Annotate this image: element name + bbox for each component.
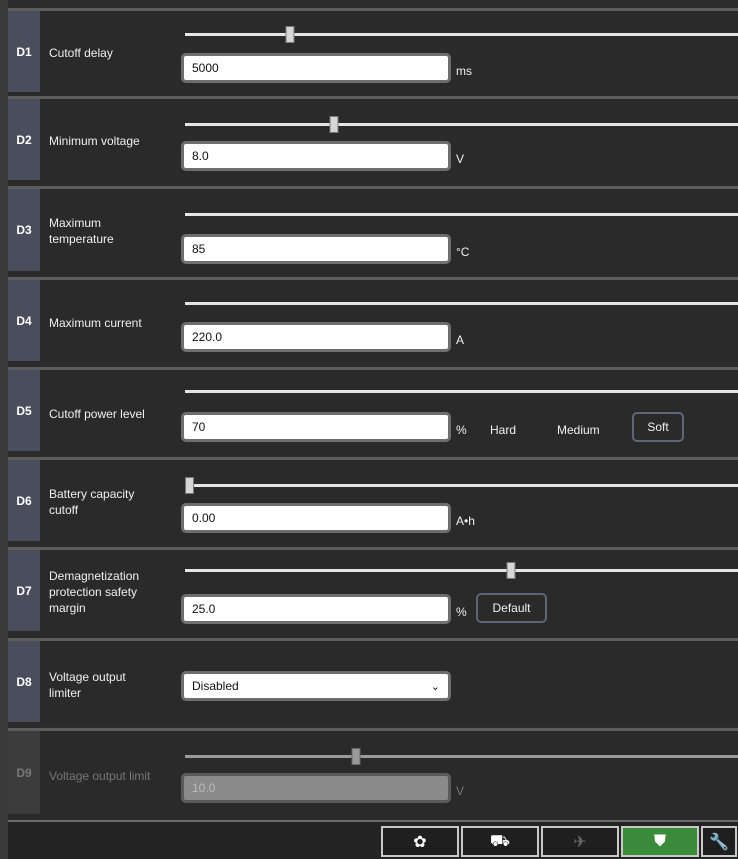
- voltage-output-limit-input: 10.0: [181, 773, 451, 803]
- param-code: D4: [8, 280, 40, 361]
- unit-label: V: [456, 152, 465, 166]
- maximum-temperature-input[interactable]: 85: [181, 234, 451, 264]
- left-edge: [0, 0, 8, 859]
- maximum-temperature-slider[interactable]: [185, 213, 738, 216]
- param-row-d8: D8 Voltage output limiter Disabled ⌄: [8, 638, 738, 722]
- slider-thumb[interactable]: [185, 477, 194, 494]
- param-label: Battery capacity cutoff: [49, 487, 135, 517]
- param-code: D2: [8, 99, 40, 180]
- helicopter-icon[interactable]: ⛟: [461, 826, 539, 857]
- medium-option[interactable]: Medium: [557, 423, 600, 437]
- param-label: Cutoff delay: [49, 46, 113, 60]
- battery-capacity-input[interactable]: 0.00: [181, 503, 451, 533]
- param-label: Minimum voltage: [49, 134, 140, 148]
- soft-option-button[interactable]: Soft: [632, 412, 684, 442]
- param-row-d5: D5 Cutoff power level 70 % Hard Medium S…: [8, 367, 738, 451]
- minimum-voltage-input[interactable]: 8.0: [181, 141, 451, 171]
- param-row-d1: D1 Cutoff delay 5000 ms: [8, 8, 738, 92]
- param-row-d9: D9 Voltage output limit 10.0 V: [8, 728, 738, 814]
- unit-label: %: [456, 605, 467, 619]
- param-code: D6: [8, 460, 40, 541]
- cutoff-delay-input[interactable]: 5000: [181, 53, 451, 83]
- cutoff-power-input[interactable]: 70: [181, 412, 451, 442]
- param-code: D8: [8, 641, 40, 722]
- param-label: Maximum current: [49, 316, 142, 330]
- battery-capacity-slider[interactable]: [185, 477, 738, 494]
- param-label: Maximum temperature: [49, 216, 114, 246]
- unit-label: A: [456, 333, 465, 347]
- param-row-d4: D4 Maximum current 220.0 A: [8, 277, 738, 361]
- slider-thumb[interactable]: [506, 562, 516, 579]
- maximum-current-input[interactable]: 220.0: [181, 322, 451, 352]
- slider-thumb[interactable]: [285, 26, 295, 43]
- unit-label: °C: [456, 245, 470, 259]
- gear-icon[interactable]: ✿: [381, 826, 459, 857]
- unit-label: ms: [456, 64, 472, 78]
- chevron-down-icon: ⌄: [430, 680, 440, 693]
- param-code: D5: [8, 370, 40, 451]
- param-label: Cutoff power level: [49, 407, 145, 421]
- cutoff-power-slider[interactable]: [185, 390, 738, 393]
- shield-icon[interactable]: ⛊: [621, 826, 699, 857]
- param-code: D7: [8, 550, 40, 631]
- param-row-d2: D2 Minimum voltage 8.0 V: [8, 96, 738, 180]
- unit-label: A•h: [456, 514, 475, 528]
- wrench-icon[interactable]: 🔧: [701, 826, 737, 857]
- mode-tabs: ✿ ⛟ ✈ ⛊ 🔧: [381, 826, 738, 859]
- minimum-voltage-slider[interactable]: [185, 116, 738, 133]
- hard-option[interactable]: Hard: [490, 423, 516, 437]
- param-code: D9: [8, 731, 40, 814]
- demag-margin-input[interactable]: 25.0: [181, 594, 451, 624]
- param-row-d3: D3 Maximum temperature 85 °C: [8, 186, 738, 271]
- cutoff-delay-slider[interactable]: [185, 26, 738, 43]
- unit-label: V: [456, 784, 465, 798]
- voltage-limiter-select[interactable]: Disabled ⌄: [181, 671, 451, 701]
- airplane-icon[interactable]: ✈: [541, 826, 619, 857]
- slider-thumb[interactable]: [329, 116, 339, 133]
- param-code: D1: [8, 11, 40, 92]
- param-label: Voltage output limiter: [49, 670, 126, 700]
- param-code: D3: [8, 189, 40, 271]
- default-button[interactable]: Default: [476, 593, 547, 623]
- select-value: Disabled: [192, 679, 239, 693]
- slider-thumb: [351, 748, 361, 765]
- unit-label: %: [456, 423, 467, 437]
- voltage-output-limit-slider: [185, 748, 738, 765]
- param-label: Demagnetization protection safety margin: [49, 569, 140, 615]
- demag-margin-slider[interactable]: [185, 562, 738, 579]
- param-label: Voltage output limit: [49, 769, 151, 783]
- param-row-d7: D7 Demagnetization protection safety mar…: [8, 547, 738, 631]
- maximum-current-slider[interactable]: [185, 302, 738, 305]
- param-row-d6: D6 Battery capacity cutoff 0.00 A•h: [8, 457, 738, 541]
